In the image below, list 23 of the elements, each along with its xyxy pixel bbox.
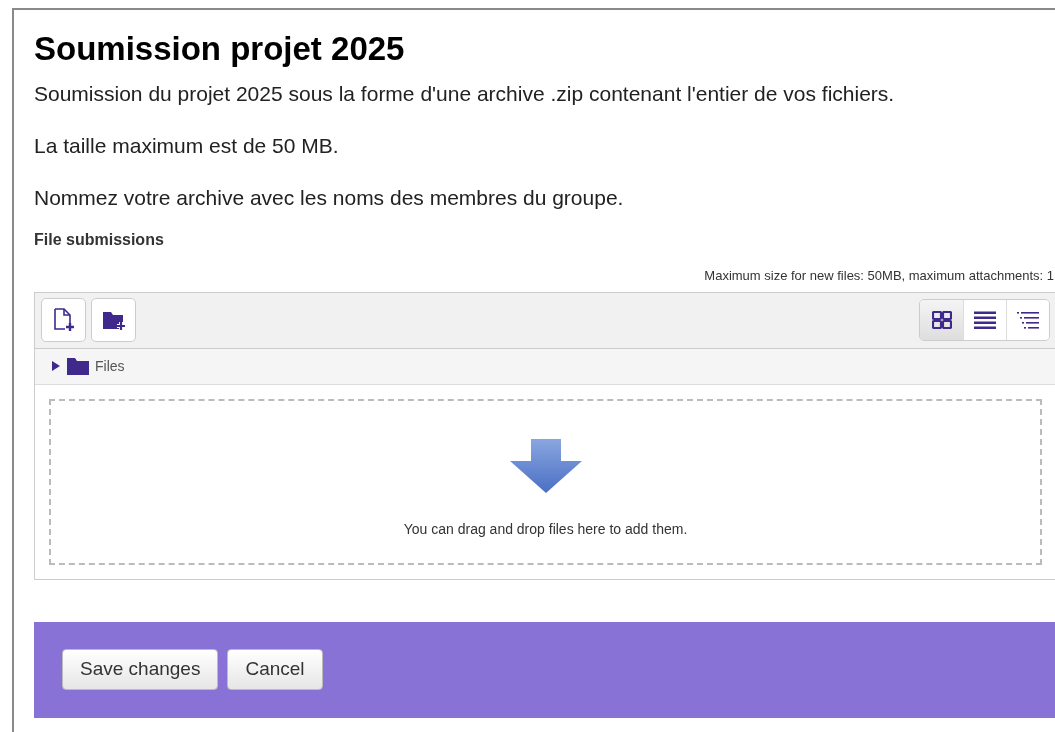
folder-icon: [67, 357, 89, 375]
page-title: Soumission projet 2025: [34, 30, 406, 68]
description-paragraph: Soumission du projet 2025 sous la forme d'une archive .zip contenant l'entier de vos fichiers.: [34, 82, 896, 106]
down-arrow-icon: [509, 438, 582, 493]
section-label: File submissions: [34, 230, 165, 250]
expand-arrow-icon[interactable]: [51, 361, 61, 371]
add-folder-icon: [101, 309, 126, 331]
view-mode-button[interactable]: [920, 300, 963, 340]
tree-view-icon: [1017, 311, 1039, 329]
view-mode-button[interactable]: [1006, 300, 1049, 340]
limits-text: Maximum size for new files: 50MB, maximum attachments: 1: [704, 267, 1054, 285]
add-file-button[interactable]: [41, 298, 86, 342]
drop-hint: You can drag and drop files here to add them.: [403, 519, 688, 539]
folder-name: Files: [95, 356, 125, 376]
grid-view-icon: [931, 311, 952, 329]
list-view-icon: [974, 311, 996, 329]
add-folder-button[interactable]: [91, 298, 136, 342]
add-file-icon: [52, 307, 75, 333]
description-paragraph: La taille maximum est de 50 MB.: [34, 134, 340, 158]
description-paragraph: Nommez votre archive avec les noms des membres du groupe.: [34, 186, 625, 210]
form-button[interactable]: Save changes: [62, 649, 219, 690]
view-mode-button[interactable]: [963, 300, 1006, 340]
form-button[interactable]: Cancel: [227, 649, 323, 690]
